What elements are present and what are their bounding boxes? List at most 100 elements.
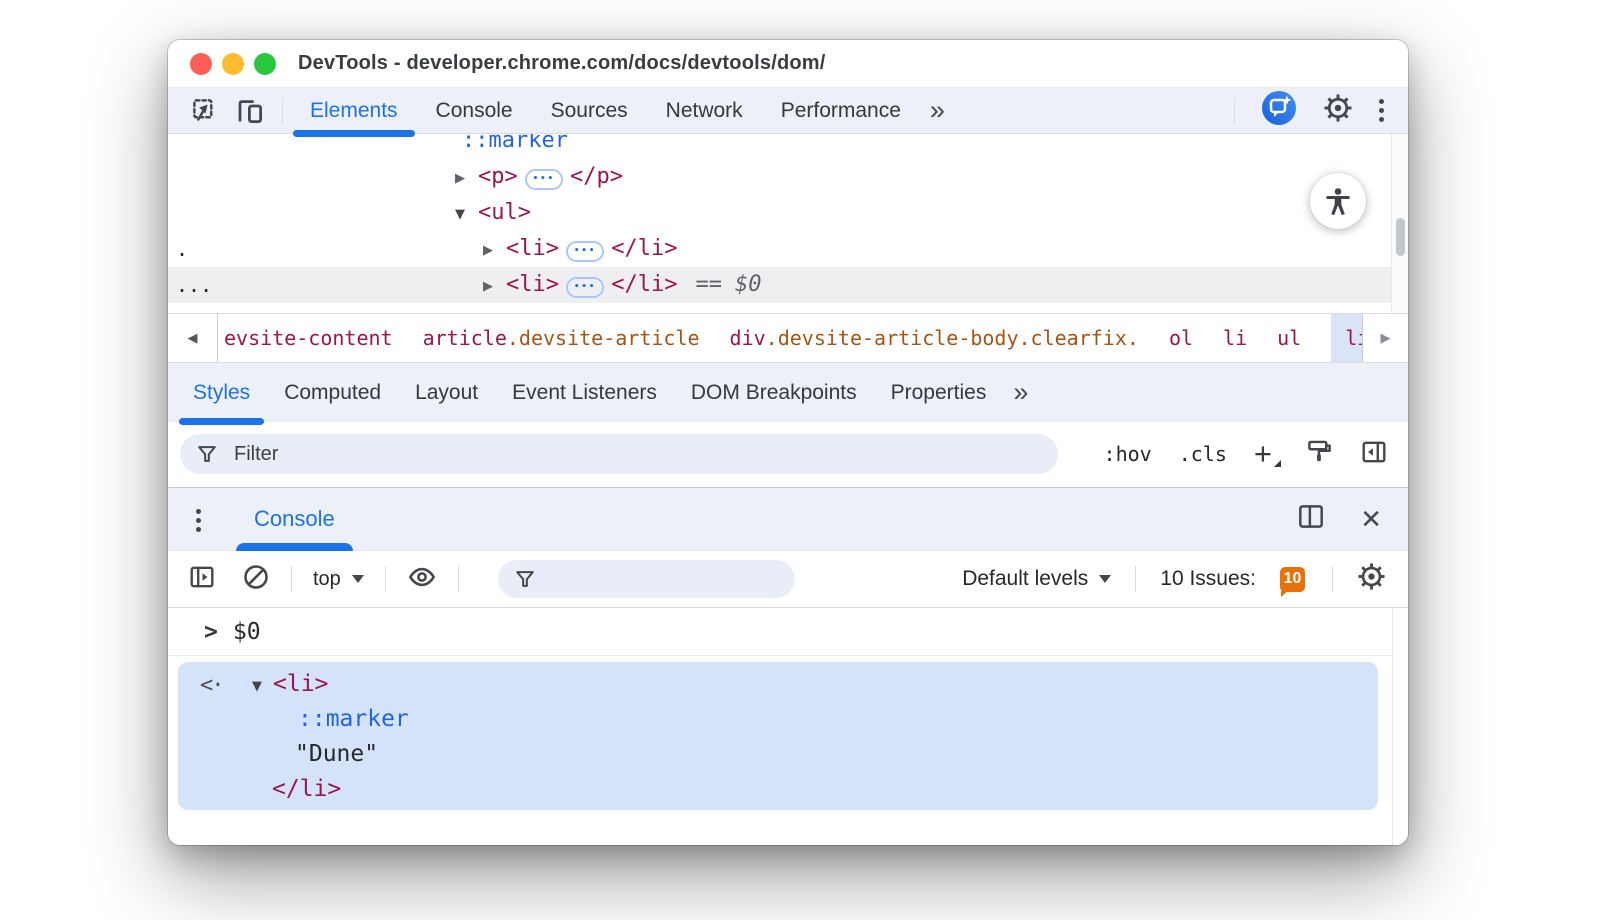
rendering-emulation-icon[interactable]: [1306, 438, 1333, 470]
maximize-window-button[interactable]: [254, 53, 276, 75]
result-text-node[interactable]: "Dune": [178, 737, 1378, 772]
styles-filter-bar: :hov .cls +: [168, 422, 1408, 487]
more-panels-button[interactable]: »: [920, 88, 953, 133]
result-marker-pseudo[interactable]: ::marker: [178, 702, 1378, 737]
minimize-window-button[interactable]: [222, 53, 244, 75]
ellipsis-icon[interactable]: •••: [525, 169, 563, 190]
dom-node-marker-pseudo[interactable]: ::marker: [168, 134, 1408, 159]
collapse-arrow-icon[interactable]: ▼: [455, 197, 478, 233]
tab-dom-breakpoints[interactable]: DOM Breakpoints: [676, 363, 872, 422]
dom-breadcrumb-bar: ◀ evsite-content article.devsite-article…: [168, 313, 1408, 362]
dom-node-ul[interactable]: ▼<ul>: [168, 195, 1408, 231]
new-style-rule-button[interactable]: +: [1254, 439, 1279, 469]
styles-filter-input[interactable]: [234, 443, 995, 466]
drawer-menu-icon[interactable]: [196, 509, 201, 532]
close-window-button[interactable]: [190, 53, 212, 75]
device-toolbar-icon[interactable]: [234, 95, 266, 127]
breadcrumb-next-button[interactable]: ▶: [1362, 314, 1408, 362]
elements-dom-tree: ::marker ▶<p>•••</p> ▼<ul> . ▶<li>•••</l…: [168, 134, 1408, 313]
console-toolbar-left: top: [188, 560, 795, 598]
create-live-expression-icon[interactable]: [407, 563, 437, 596]
crumb-div[interactable]: div.devsite-article-body.clearfix.: [730, 314, 1139, 362]
expand-arrow-icon[interactable]: ▶: [455, 161, 478, 197]
dom-tree-scrollbar[interactable]: [1391, 134, 1408, 313]
inspect-icon[interactable]: [188, 95, 220, 127]
breadcrumb: evsite-content article.devsite-article d…: [218, 314, 1383, 362]
tab-sources[interactable]: Sources: [532, 88, 647, 133]
expand-arrow-icon[interactable]: ▶: [483, 269, 506, 305]
console-toolbar-right: Default levels 10 Issues: 10: [962, 562, 1386, 596]
dom-node-p[interactable]: ▶<p>•••</p>: [168, 159, 1408, 195]
toggle-element-state-button[interactable]: :hov: [1104, 442, 1152, 466]
element-classes-button[interactable]: .cls: [1179, 442, 1227, 466]
ai-assistant-icon[interactable]: [1261, 90, 1297, 131]
more-style-tabs-button[interactable]: »: [1003, 363, 1036, 422]
equals-marker: ==: [695, 272, 722, 297]
tab-computed[interactable]: Computed: [269, 363, 396, 422]
tab-event-listeners[interactable]: Event Listeners: [497, 363, 672, 422]
tab-layout[interactable]: Layout: [400, 363, 493, 422]
accessibility-person-icon: [1322, 185, 1354, 217]
console-result-node[interactable]: <· ▼<li> ::marker "Dune" </li>: [178, 662, 1378, 810]
chevron-right-icon: ▶: [1381, 331, 1391, 346]
console-toolbar-divider: [458, 566, 459, 592]
scrollbar-thumb[interactable]: [1396, 218, 1405, 256]
gutter-text: .: [176, 231, 188, 267]
expand-arrow-icon[interactable]: ▶: [483, 233, 506, 269]
drawer-tab-console[interactable]: Console: [236, 488, 353, 550]
crumb-article[interactable]: article.devsite-article: [423, 314, 700, 362]
ellipsis-icon[interactable]: •••: [566, 241, 604, 262]
crumb-li[interactable]: li: [1223, 314, 1247, 362]
show-console-sidebar-icon[interactable]: [188, 564, 216, 595]
tab-network[interactable]: Network: [647, 88, 762, 133]
crumb-ul[interactable]: ul: [1277, 314, 1301, 362]
issues-label[interactable]: 10 Issues:: [1160, 567, 1256, 591]
toolbar-divider: [1234, 98, 1235, 124]
tab-styles[interactable]: Styles: [178, 363, 265, 422]
toolbar-divider: [282, 98, 283, 124]
dom-node-li-selected[interactable]: ... ▶<li>•••</li>==$0: [168, 267, 1408, 303]
devtools-window: DevTools - developer.chrome.com/docs/dev…: [168, 40, 1408, 845]
accessibility-button[interactable]: [1310, 173, 1366, 229]
drawer-controls: ✕: [1296, 488, 1382, 550]
dom-node-li-1[interactable]: . ▶<li>•••</li>: [168, 231, 1408, 267]
console-scrollbar[interactable]: [1392, 608, 1408, 845]
console-settings-gear-icon[interactable]: [1357, 562, 1386, 596]
filter-funnel-icon: [196, 443, 218, 465]
breadcrumb-prev-button[interactable]: ◀: [168, 314, 218, 362]
crumb-devsite-content[interactable]: evsite-content: [224, 314, 393, 362]
dollar-zero-ref: $0: [735, 272, 762, 297]
console-drawer-header: Console ✕: [168, 487, 1408, 550]
log-levels-selector[interactable]: Default levels: [962, 567, 1111, 591]
tab-console[interactable]: Console: [417, 88, 532, 133]
settings-gear-icon[interactable]: [1323, 93, 1353, 128]
ellipsis-icon[interactable]: •••: [566, 277, 604, 298]
console-toolbar-divider: [1135, 566, 1136, 592]
console-toolbar-divider: [385, 566, 386, 592]
styles-filter-field[interactable]: [180, 434, 1058, 474]
tab-elements[interactable]: Elements: [291, 88, 417, 133]
console-filter-field[interactable]: [498, 560, 795, 598]
styles-sidebar-tabs: Styles Computed Layout Event Listeners D…: [168, 362, 1408, 422]
window-controls: [168, 53, 276, 75]
console-filter-input[interactable]: [536, 572, 761, 587]
crumb-ol[interactable]: ol: [1169, 314, 1193, 362]
console-command-echo[interactable]: > $0: [168, 608, 1408, 656]
chevron-left-icon: ◀: [188, 331, 198, 346]
panel-tabs: Elements Console Sources Network Perform…: [291, 88, 953, 133]
issues-badge-icon[interactable]: 10: [1280, 567, 1305, 592]
chevron-down-icon: [352, 575, 364, 583]
tab-properties[interactable]: Properties: [876, 363, 1002, 422]
kebab-menu-icon[interactable]: [1379, 99, 1384, 122]
tab-performance[interactable]: Performance: [762, 88, 920, 133]
split-panel-icon[interactable]: [1296, 503, 1326, 535]
result-close-tag[interactable]: </li>: [178, 772, 1378, 807]
collapse-arrow-icon[interactable]: ▼: [252, 669, 273, 704]
titlebar: DevTools - developer.chrome.com/docs/dev…: [168, 40, 1408, 88]
clear-console-icon[interactable]: [242, 563, 270, 596]
javascript-context-selector[interactable]: top: [313, 568, 364, 591]
close-drawer-icon[interactable]: ✕: [1360, 506, 1382, 532]
show-computed-sidebar-icon[interactable]: [1360, 439, 1388, 470]
gutter-text: ...: [176, 267, 212, 303]
chevron-down-icon: [1099, 575, 1111, 583]
